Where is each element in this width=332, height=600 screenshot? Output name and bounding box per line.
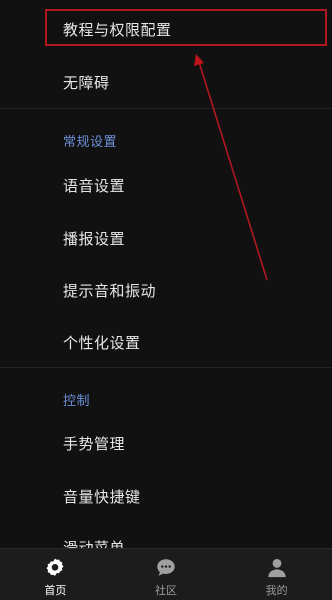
tab-home[interactable]: 首页 xyxy=(0,549,111,600)
menu-item-sound-vibration[interactable]: 提示音和振动 xyxy=(63,280,156,301)
menu-item-broadcast-settings[interactable]: 播报设置 xyxy=(63,228,125,249)
section-title-general: 常规设置 xyxy=(63,135,118,150)
tab-mine[interactable]: 我的 xyxy=(221,549,332,600)
menu-item-tutorial-permissions[interactable]: 教程与权限配置 xyxy=(63,19,172,40)
divider xyxy=(0,108,332,109)
tab-community[interactable]: 社区 xyxy=(111,549,222,600)
tab-mine-label: 我的 xyxy=(265,584,288,597)
divider xyxy=(0,367,332,368)
person-icon xyxy=(267,559,286,578)
tab-home-label: 首页 xyxy=(44,584,67,597)
menu-item-voice-settings[interactable]: 语音设置 xyxy=(63,175,125,196)
menu-item-accessibility[interactable]: 无障碍 xyxy=(63,72,110,93)
menu-item-personalization[interactable]: 个性化设置 xyxy=(63,332,141,353)
menu-item-volume-shortcut[interactable]: 音量快捷键 xyxy=(63,486,141,507)
bottom-tab-bar: 首页 社区 我的 xyxy=(0,548,332,600)
chat-bubble-icon xyxy=(157,559,175,576)
tab-community-label: 社区 xyxy=(155,584,177,597)
section-title-control: 控制 xyxy=(63,394,91,409)
menu-item-gesture-management[interactable]: 手势管理 xyxy=(63,433,125,454)
annotation-arrow xyxy=(194,54,268,281)
gear-icon xyxy=(46,558,64,576)
